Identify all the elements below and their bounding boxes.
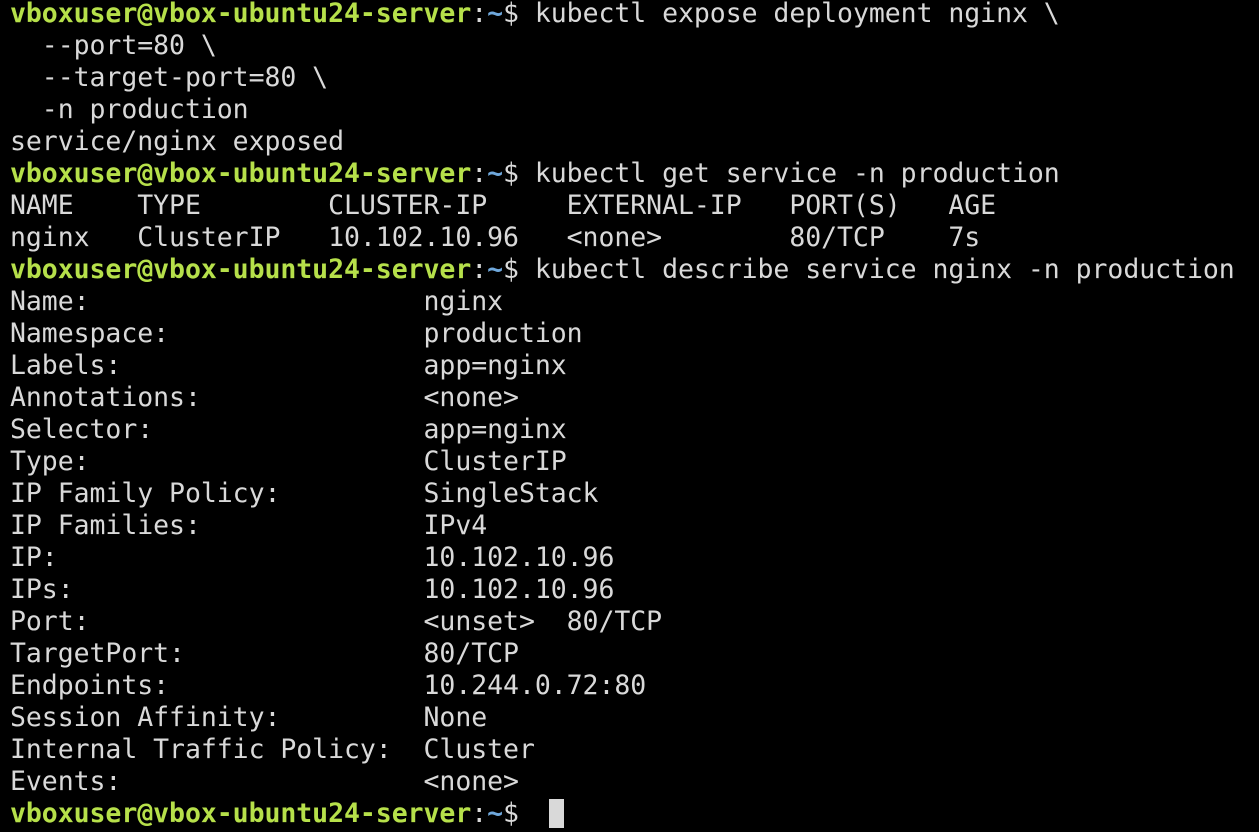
output-line: Selector: app=nginx [10,414,567,445]
prompt-separator: : [471,798,488,829]
output-line: Internal Traffic Policy: Cluster [10,734,535,765]
active-prompt-line: vboxuser@vbox-ubuntu24-server:~$ [10,798,1259,830]
output-line: Session Affinity: None [10,702,488,733]
output-line: IP: 10.102.10.96 [10,542,615,573]
prompt-path: ~ [487,158,504,189]
terminal-window[interactable]: vboxuser@vbox-ubuntu24-server:~$ kubectl… [0,0,1259,832]
output-line: Name: nginx [10,286,504,317]
prompt-separator: : [471,254,488,285]
command-text: kubectl describe service nginx -n produc… [534,254,1235,285]
output-line: nginx ClusterIP 10.102.10.96 <none> 80/T… [10,222,981,253]
output-line: Annotations: <none> [10,382,519,413]
output-line: NAME TYPE CLUSTER-IP EXTERNAL-IP PORT(S)… [10,190,997,221]
prompt-symbol: $ [503,158,535,189]
output-line: Port: <unset> 80/TCP [10,606,663,637]
prompt-symbol: $ [503,254,535,285]
output-line: IPs: 10.102.10.96 [10,574,615,605]
command-line: vboxuser@vbox-ubuntu24-server:~$ kubectl… [10,254,1259,286]
command-line: vboxuser@vbox-ubuntu24-server:~$ kubectl… [10,0,1259,30]
prompt-symbol: $ [503,0,535,29]
prompt-path: ~ [487,254,504,285]
output-line: IP Family Policy: SingleStack [10,478,599,509]
prompt-separator: : [471,158,488,189]
command-text: kubectl expose deployment nginx \ [534,0,1060,29]
prompt-user-host: vboxuser@vbox-ubuntu24-server [10,798,472,829]
output-line: Events: <none> [10,766,519,797]
output-line: Type: ClusterIP [10,446,567,477]
output-line: --port=80 \ [10,30,217,61]
output-line: Labels: app=nginx [10,350,567,381]
prompt-path: ~ [487,798,504,829]
output-line: TargetPort: 80/TCP [10,638,519,669]
output-line: service/nginx exposed [10,126,344,157]
command-line: vboxuser@vbox-ubuntu24-server:~$ kubectl… [10,158,1259,190]
output-line: --target-port=80 \ [10,62,329,93]
command-text: kubectl get service -n production [534,158,1060,189]
output-line: Namespace: production [10,318,583,349]
output-line: IP Families: IPv4 [10,510,488,541]
text-cursor[interactable] [548,799,564,828]
output-line: -n production [10,94,249,125]
prompt-user-host: vboxuser@vbox-ubuntu24-server [10,0,472,29]
prompt-separator: : [471,0,488,29]
output-line: Endpoints: 10.244.0.72:80 [10,670,647,701]
prompt-user-host: vboxuser@vbox-ubuntu24-server [10,158,472,189]
prompt-user-host: vboxuser@vbox-ubuntu24-server [10,254,472,285]
prompt-symbol: $ [503,798,535,829]
prompt-path: ~ [487,0,504,29]
